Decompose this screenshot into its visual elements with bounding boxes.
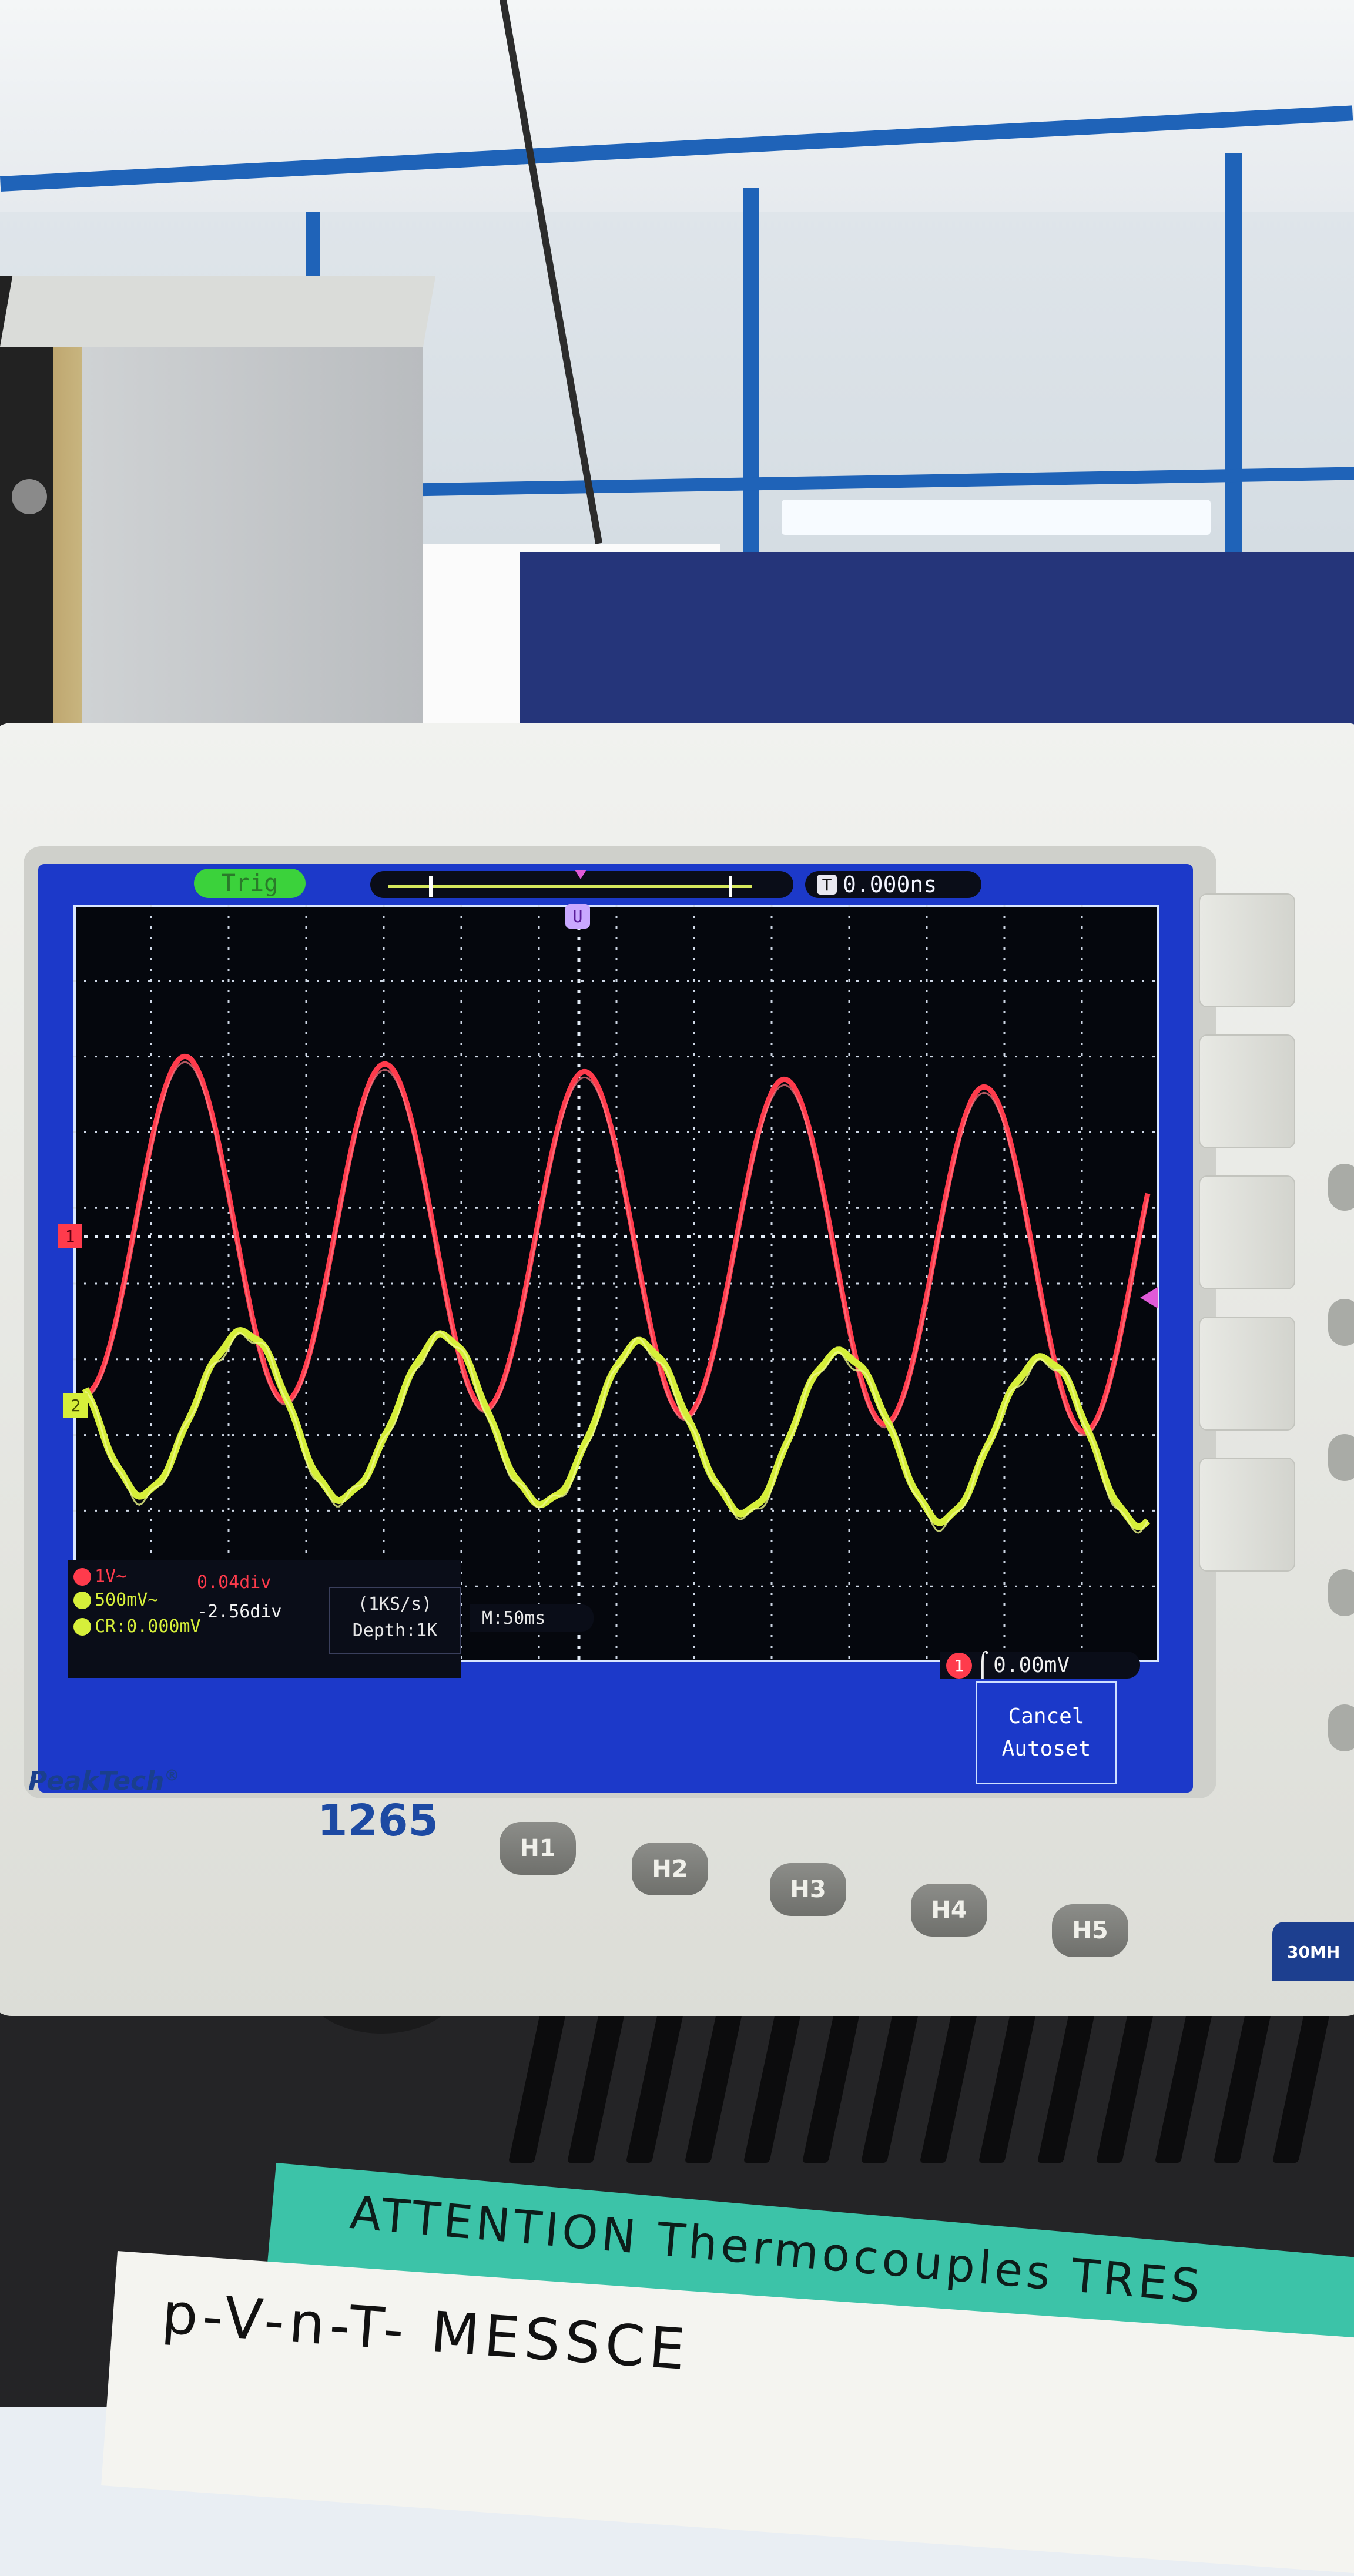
side-softkey-5[interactable]: [1199, 1458, 1295, 1572]
metal-cabinet: [0, 276, 423, 746]
ch1-offset: 0.04div: [197, 1572, 272, 1593]
ch2-scale-row: 500mV~: [73, 1590, 158, 1610]
softkey-line-1: Cancel: [1008, 1704, 1085, 1729]
ch2-dot-icon: [73, 1591, 91, 1609]
memory-window-line: [388, 885, 752, 888]
graticule: [73, 905, 1159, 1662]
trigger-source-icon: 1: [946, 1653, 972, 1679]
brand-name: PeakTech: [28, 1766, 165, 1796]
side-softkey-2[interactable]: [1199, 1034, 1295, 1148]
ch2-scale: 500mV~: [95, 1590, 159, 1610]
side-softkey-4[interactable]: [1199, 1317, 1295, 1431]
trigger-time-readout: T 0.000ns: [805, 871, 981, 898]
acquisition-box: (1KS/s) Depth:1K: [329, 1587, 461, 1654]
wall-post: [743, 188, 759, 552]
round-button[interactable]: [1328, 1569, 1354, 1616]
memory-depth: Depth:1K: [352, 1620, 438, 1641]
trigger-level-value: 0.00mV: [993, 1653, 1070, 1677]
window-right-edge: [729, 876, 732, 897]
trigger-marker-icon: U: [565, 904, 590, 929]
ch2-offset: -2.56div: [197, 1602, 282, 1622]
cursor-dot-icon: [73, 1617, 91, 1636]
ch1-scale-row: 1V~: [73, 1566, 126, 1587]
side-softkey-1[interactable]: [1199, 893, 1295, 1007]
ch1-dot-icon: [73, 1567, 91, 1586]
registered-mark: ®: [164, 1767, 180, 1785]
trigger-time-value: 0.000ns: [843, 872, 937, 897]
cancel-autoset-softkey[interactable]: Cancel Autoset: [976, 1681, 1117, 1784]
ceiling-light: [782, 500, 1211, 535]
h3-button[interactable]: H3: [770, 1863, 846, 1916]
model-number: 1265: [317, 1796, 438, 1846]
h2-button[interactable]: H2: [632, 1843, 708, 1895]
timebase-readout: M:50ms: [470, 1604, 594, 1632]
waveform-display: [73, 905, 1159, 1662]
side-softkey-3[interactable]: [1199, 1175, 1295, 1289]
round-button[interactable]: [1328, 1434, 1354, 1481]
h1-button[interactable]: H1: [500, 1822, 576, 1875]
spec-badge: 30MH: [1287, 1942, 1340, 1962]
cursor-readout: CR:0.000mV: [95, 1616, 201, 1637]
brand-logo: PeakTech®: [28, 1766, 179, 1796]
round-button[interactable]: [1328, 1164, 1354, 1211]
trigger-level-arrow-icon: [1140, 1287, 1158, 1308]
window-left-edge: [429, 876, 433, 897]
cabinet-knob: [12, 479, 47, 514]
trigger-position-icon: [575, 870, 586, 879]
softkey-line-2: Autoset: [1001, 1737, 1091, 1761]
h4-button[interactable]: H4: [911, 1884, 987, 1937]
cursor-row: CR:0.000mV: [73, 1616, 201, 1637]
ch1-marker-icon: 1: [58, 1224, 82, 1248]
wall-post: [1225, 153, 1242, 558]
round-button[interactable]: [1328, 1704, 1354, 1751]
cabinet-top: [0, 276, 436, 347]
ch2-marker-icon: 2: [63, 1393, 88, 1418]
trigger-status-badge: Trig: [194, 869, 306, 898]
sample-rate: (1KS/s): [357, 1594, 433, 1614]
ch1-scale: 1V~: [95, 1566, 127, 1587]
navy-panel: [520, 552, 1354, 752]
center-axes: [73, 905, 1159, 1662]
trigger-time-icon: T: [817, 875, 837, 895]
trigger-edge-icon: ⌠: [976, 1652, 990, 1679]
h5-button[interactable]: H5: [1052, 1904, 1128, 1957]
round-button[interactable]: [1328, 1299, 1354, 1346]
